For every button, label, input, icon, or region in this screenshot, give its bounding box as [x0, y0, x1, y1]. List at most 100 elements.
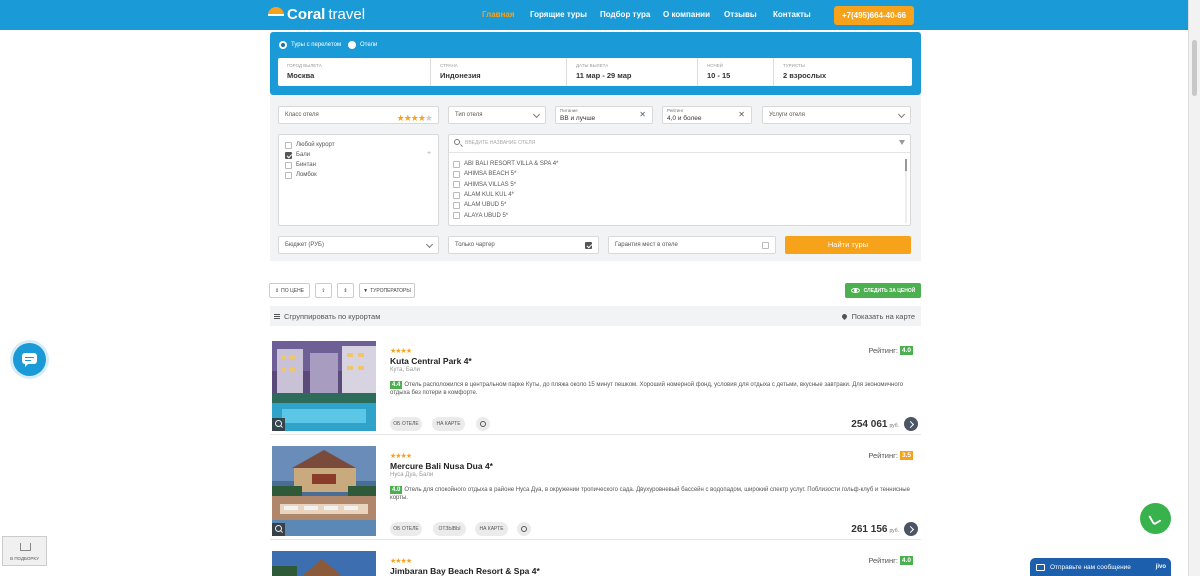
radio-tours-with-flight[interactable]: Туры с перелетом: [279, 41, 341, 49]
checkbox-checked[interactable]: [585, 242, 592, 249]
hotel-photo[interactable]: [272, 341, 376, 431]
review-score-badge: 4.4: [390, 381, 403, 389]
nav-hot-tours[interactable]: Горящие туры: [530, 10, 587, 19]
hotel-list-item[interactable]: ALAM UBUD 5*: [453, 200, 558, 210]
hotel-card: ★★★★ Mercure Bali Nusa Dua 4* Нуса Дуа, …: [270, 440, 921, 540]
nav-about[interactable]: О компании: [663, 10, 710, 19]
nights-value: 10 - 15: [707, 71, 731, 80]
hotel-list-item[interactable]: AHIMSA BEACH 5*: [453, 169, 558, 179]
hotel-list-item[interactable]: ABI BALI RESORT VILLA & SPA 4*: [453, 159, 558, 169]
nav-tour-selection[interactable]: Подбор тура: [600, 10, 650, 19]
checkbox[interactable]: [285, 171, 292, 179]
hotel-card: ★★★★ Kuta Central Park 4* Кута, Бали 4.4…: [270, 335, 921, 435]
expand-plus-icon[interactable]: +: [427, 150, 431, 157]
rating-label: Рейтинг:: [868, 556, 898, 565]
resort-item[interactable]: Бали: [285, 150, 432, 160]
radio-selected-icon: [279, 41, 287, 49]
checkbox[interactable]: [285, 141, 292, 149]
checkbox-checked[interactable]: [285, 151, 292, 159]
chevron-right-icon[interactable]: [904, 417, 918, 431]
follow-price-label: СЛЕДИТЬ ЗА ЦЕНОЙ: [863, 287, 916, 294]
charter-only-toggle[interactable]: Только чартер: [448, 236, 599, 254]
checkbox[interactable]: [453, 160, 460, 168]
chat-line: [25, 357, 34, 358]
hotel-stars: ★★★★: [390, 558, 412, 565]
nav-reviews[interactable]: Отзывы: [724, 10, 757, 19]
departure-dates-field[interactable]: Даты вылета 11 мар - 29 мар: [567, 58, 698, 86]
rating-filter-value: 4,0 и более: [667, 115, 702, 122]
filter-icon[interactable]: [899, 140, 905, 145]
hotel-list-scrollthumb[interactable]: [905, 159, 907, 171]
on-map-button[interactable]: НА КАРТЕ: [475, 522, 508, 536]
resort-name: Любой курорт: [296, 142, 335, 148]
nav-contacts[interactable]: Контакты: [773, 10, 811, 19]
checkbox[interactable]: [453, 201, 460, 209]
tourists-field[interactable]: Туристы 2 взрослых: [774, 58, 912, 86]
hotel-class-stars[interactable]: ★★★★★: [397, 110, 433, 127]
hotel-list-item[interactable]: ALAM KUL KUL 4*: [453, 190, 558, 200]
chevron-right-icon[interactable]: [904, 522, 918, 536]
gear-icon[interactable]: [517, 522, 531, 536]
hotel-search-input[interactable]: Введите название отеля: [449, 135, 910, 153]
find-tours-button[interactable]: Найти туры: [785, 236, 911, 254]
scrollbar-thumb[interactable]: [1192, 40, 1197, 96]
checkbox[interactable]: [453, 181, 460, 189]
tour-operators-button[interactable]: ▼ ТУРОПЕРАТОРЫ: [359, 283, 415, 298]
phone-button[interactable]: +7(495)664-40-66: [834, 6, 914, 25]
hotel-name[interactable]: Mercure Bali Nusa Dua 4*: [390, 461, 493, 471]
hotel-photo[interactable]: [272, 551, 376, 576]
jivo-chat-bar[interactable]: Отправьте нам сообщение jivo: [1030, 558, 1171, 576]
about-hotel-button[interactable]: ОБ ОТЕЛЕ: [390, 522, 422, 536]
sort-by-price-button[interactable]: ⇕ ПО ЦЕНЕ: [269, 283, 310, 298]
departure-city-field[interactable]: Город вылета Москва: [278, 58, 431, 86]
chat-widget-button[interactable]: [13, 343, 46, 376]
resort-item[interactable]: Любой курорт: [285, 140, 432, 150]
resort-item[interactable]: Ломбок: [285, 170, 432, 180]
about-hotel-button[interactable]: ОБ ОТЕЛЕ: [390, 417, 422, 431]
clear-rating-icon[interactable]: ✕: [738, 110, 745, 119]
checkbox[interactable]: [453, 191, 460, 199]
page-scrollbar[interactable]: [1188, 0, 1200, 576]
checkbox[interactable]: [762, 242, 769, 249]
hotel-list-name: AHIMSA VILLAS 5*: [464, 181, 517, 188]
nights-field[interactable]: Ночей 10 - 15: [698, 58, 774, 86]
country-field[interactable]: Страна Индонезия: [431, 58, 567, 86]
clear-meal-icon[interactable]: ✕: [639, 110, 646, 119]
zoom-icon[interactable]: [272, 418, 285, 431]
hotel-class-filter[interactable]: Класс отеля ★★★★★: [278, 106, 439, 124]
budget-dropdown[interactable]: Бюджет (РУБ): [278, 236, 439, 254]
checkbox[interactable]: [453, 212, 460, 220]
follow-price-button[interactable]: СЛЕДИТЬ ЗА ЦЕНОЙ: [845, 283, 921, 298]
top-navbar: Coral travel Главная Горящие туры Подбор …: [0, 0, 1188, 30]
resort-item[interactable]: Бинтан: [285, 160, 432, 170]
show-on-map-link[interactable]: Показать на карте: [841, 312, 915, 321]
radio-hotels[interactable]: Отели: [348, 41, 377, 49]
hotel-name[interactable]: Jimbaran Bay Beach Resort & Spa 4*: [390, 566, 540, 576]
group-by-resorts-toggle[interactable]: Сгруппировать по курортам: [274, 312, 380, 321]
envelope-icon: [1036, 563, 1045, 571]
checkbox[interactable]: [453, 170, 460, 178]
on-map-button[interactable]: НА КАРТЕ: [432, 417, 465, 431]
coraltravel-logo[interactable]: Coral travel: [268, 6, 365, 23]
reviews-button[interactable]: ОТЗЫВЫ: [433, 522, 466, 536]
rating-filter[interactable]: Рейтинг 4,0 и более ✕: [662, 106, 752, 124]
search-fields: Город вылета Москва Страна Индонезия Дат…: [278, 58, 912, 86]
gear-icon[interactable]: [476, 417, 490, 431]
nav-home[interactable]: Главная: [482, 10, 515, 19]
share-button[interactable]: ⇪: [315, 283, 332, 298]
hotel-list-item[interactable]: ALAYA UBUD 5*: [453, 210, 558, 220]
call-button[interactable]: [1140, 503, 1171, 534]
hotel-services-dropdown[interactable]: Услуги отеля: [762, 106, 911, 124]
checkbox[interactable]: [285, 161, 292, 169]
eye-icon: [850, 288, 860, 293]
selection-cart-button[interactable]: В ПОДБОРКУ: [2, 536, 47, 566]
hotel-photo[interactable]: [272, 446, 376, 536]
meal-filter[interactable]: Питание BB и лучше ✕: [555, 106, 653, 124]
hotel-name[interactable]: Kuta Central Park 4*: [390, 356, 472, 366]
cart-label: В ПОДБОРКУ: [10, 556, 39, 561]
guarantee-toggle[interactable]: Гарантия мест в отеле: [608, 236, 776, 254]
hotel-type-dropdown[interactable]: Тип отеля: [448, 106, 546, 124]
zoom-icon[interactable]: [272, 523, 285, 536]
sort-toggle-button[interactable]: ⇕: [337, 283, 354, 298]
hotel-list-item[interactable]: AHIMSA VILLAS 5*: [453, 180, 558, 190]
